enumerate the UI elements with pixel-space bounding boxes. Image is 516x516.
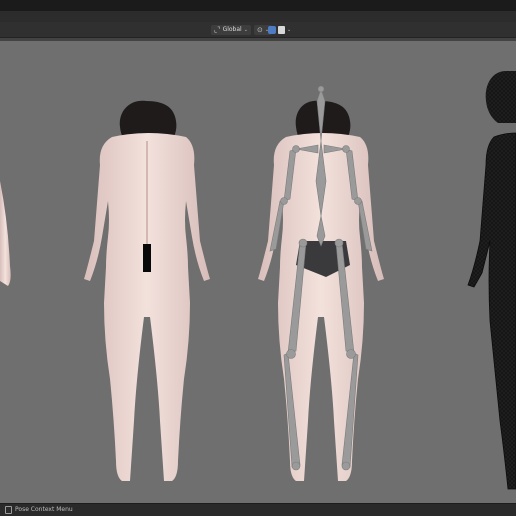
orientation-group: ⌞⌝ Global ⌄	[211, 24, 251, 35]
3d-viewport[interactable]	[0, 41, 516, 503]
pivot-point-icon: ⊙	[257, 25, 263, 34]
status-text: Pose Context Menu	[15, 506, 73, 513]
chevron-down-icon[interactable]: ⌄	[287, 27, 291, 33]
viewport-canvas	[0, 71, 516, 490]
transform-orientation-icon: ⌞⌝	[214, 25, 221, 34]
orientation-label: Global	[222, 25, 242, 33]
wireframe-body[interactable]	[467, 71, 516, 490]
textured-body-back[interactable]	[84, 100, 210, 481]
mouse-icon	[5, 506, 12, 514]
status-bar: Pose Context Menu	[0, 503, 516, 516]
snap-icon[interactable]	[268, 25, 276, 34]
snap-group: ⌄	[268, 24, 291, 35]
censor-bar	[143, 244, 151, 272]
clipped-figure-left[interactable]	[0, 181, 11, 286]
chevron-down-icon: ⌄	[243, 26, 248, 33]
proportional-editing-icon[interactable]	[278, 25, 285, 34]
window-top-bar	[0, 0, 516, 11]
rigged-body-back[interactable]	[258, 85, 384, 481]
viewport-header: ⌞⌝ Global ⌄ ⊙ ⌄ ⌄	[0, 22, 516, 38]
transform-orientation-dropdown[interactable]: ⌞⌝ Global ⌄	[211, 24, 251, 35]
